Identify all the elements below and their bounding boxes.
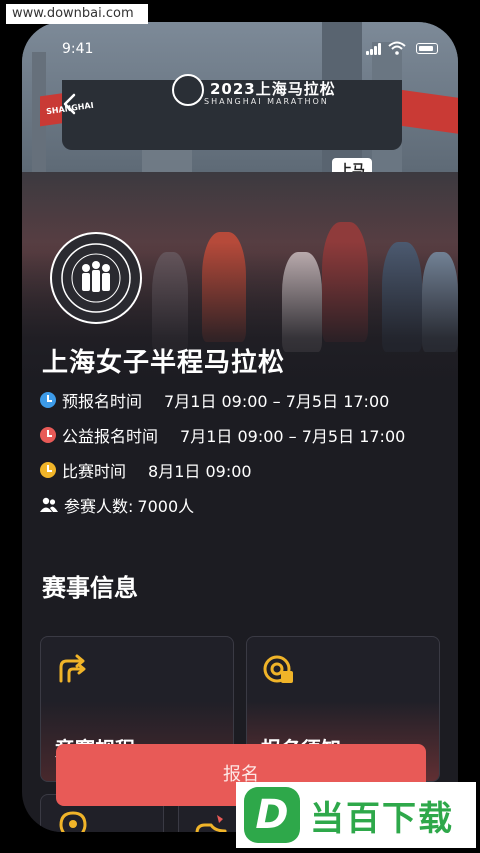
pre-registration-label: 预报名时间 — [62, 392, 143, 411]
clock-icon — [40, 462, 56, 478]
participants-label: 参赛人数: — [64, 497, 134, 516]
clock-icon — [40, 427, 56, 443]
status-bar: 9:41 — [22, 22, 458, 66]
charity-registration-label: 公益报名时间 — [62, 427, 159, 446]
wifi-icon — [388, 41, 406, 55]
chevron-left-icon — [63, 93, 76, 115]
site-watermark: www.downbai.com — [6, 4, 148, 24]
signal-icon — [366, 43, 384, 55]
brand-watermark: D 当百下载 — [236, 782, 476, 848]
location-pin-icon — [59, 811, 87, 832]
participants-row: 参赛人数: 7000人 — [40, 494, 194, 516]
people-icon — [40, 497, 58, 512]
event-logo — [50, 232, 142, 324]
clock-icon — [40, 392, 56, 408]
brand-watermark-text: 当百下载 — [310, 798, 454, 839]
charity-registration-row: 公益报名时间 7月1日 09:00 – 7月5日 17:00 — [40, 424, 405, 446]
battery-icon — [416, 43, 438, 54]
phone-screen: 2023上海马拉松 SHANGHAI MARATHON SHANGHAI 上马 … — [22, 22, 458, 832]
target-badge-icon — [263, 655, 293, 683]
route-arrows-icon — [59, 654, 86, 683]
arch-subtitle: SHANGHAI MARATHON — [204, 97, 329, 106]
race-time-label: 比赛时间 — [62, 462, 127, 481]
race-time-row: 比赛时间 8月1日 09:00 — [40, 459, 252, 481]
back-button[interactable] — [50, 84, 90, 124]
arch-logo-badge — [172, 74, 204, 106]
event-title: 上海女子半程马拉松 — [42, 348, 286, 378]
race-time-value: 8月1日 09:00 — [148, 462, 252, 481]
charity-registration-value: 7月1日 09:00 – 7月5日 17:00 — [180, 427, 406, 446]
section-title: 赛事信息 — [42, 574, 138, 602]
status-time: 9:41 — [62, 41, 94, 57]
participants-value: 7000人 — [137, 497, 195, 516]
pre-registration-value: 7月1日 09:00 – 7月5日 17:00 — [164, 392, 390, 411]
shoe-icon — [195, 815, 227, 832]
runners-emblem-icon — [61, 243, 131, 313]
arch-title: 2023上海马拉松 — [210, 80, 336, 98]
pre-registration-row: 预报名时间 7月1日 09:00 – 7月5日 17:00 — [40, 389, 389, 411]
brand-logo-icon: D — [244, 787, 300, 843]
